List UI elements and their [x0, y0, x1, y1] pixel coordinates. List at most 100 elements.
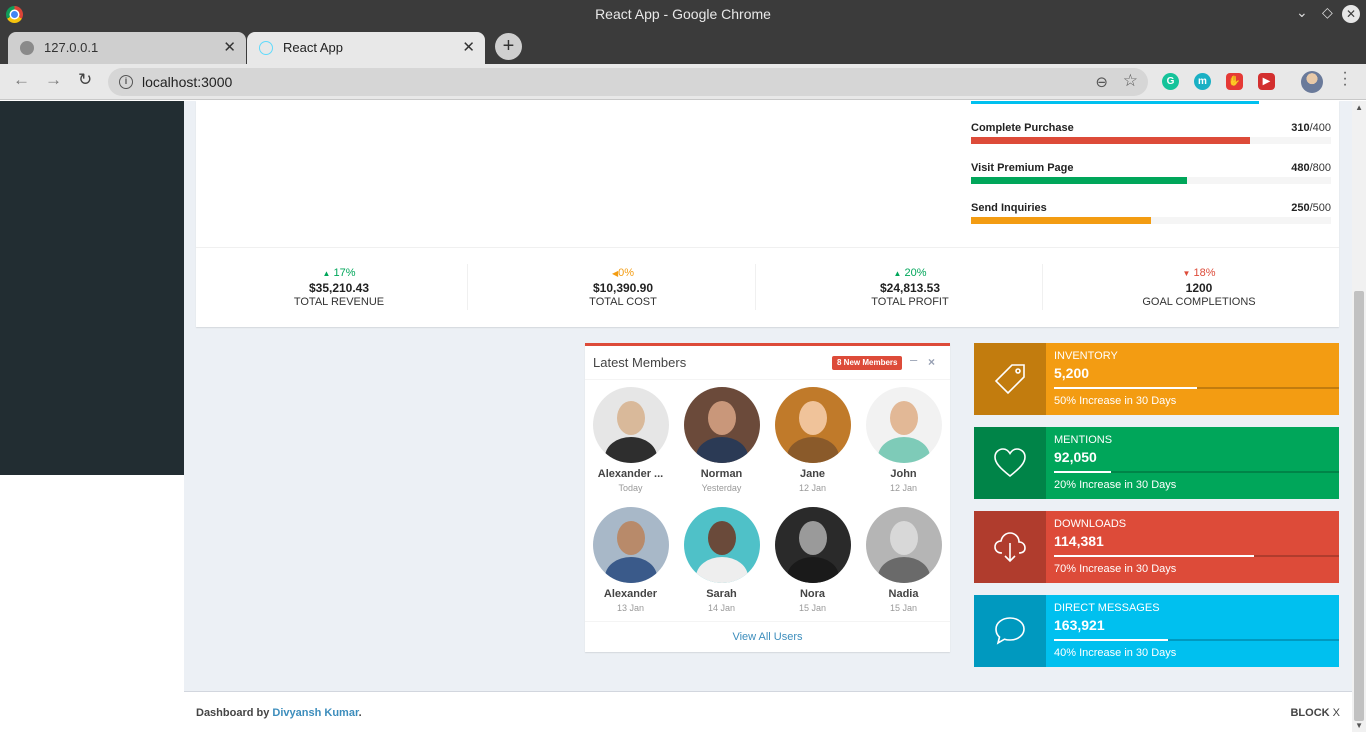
view-all-users-link[interactable]: View All Users — [732, 631, 802, 643]
extension-m-icon[interactable]: m — [1194, 73, 1211, 90]
member-name[interactable]: Jane — [767, 468, 858, 480]
member-avatar[interactable] — [865, 387, 942, 463]
tab-label: 127.0.0.1 — [44, 40, 99, 55]
scroll-up-icon[interactable]: ▲ — [1355, 103, 1363, 112]
forward-icon[interactable]: → — [45, 70, 62, 90]
author-link[interactable]: Divyansh Kumar — [272, 707, 358, 719]
menu-dots-icon[interactable]: · · · — [1342, 65, 1348, 93]
stat-label: GOAL COMPLETIONS — [1142, 296, 1256, 308]
member-item[interactable]: John 12 Jan — [858, 387, 949, 493]
infobox-progress-track — [1054, 639, 1339, 641]
member-name[interactable]: Sarah — [676, 588, 767, 600]
stat-separator — [467, 264, 468, 310]
stat-label: TOTAL REVENUE — [293, 296, 385, 308]
member-avatar[interactable] — [683, 507, 760, 583]
member-name[interactable]: Nora — [767, 588, 858, 600]
goal-progress-track — [971, 177, 1331, 184]
member-name[interactable]: Norman — [676, 468, 767, 480]
profile-avatar[interactable] — [1301, 71, 1323, 93]
close-window-button[interactable]: ✕ — [1342, 5, 1360, 23]
members-title: Latest Members — [593, 355, 687, 370]
maximize-icon[interactable]: ◇ — [1322, 4, 1333, 21]
members-footer: View All Users — [585, 621, 950, 652]
close-tab-icon[interactable]: ✕ — [223, 38, 236, 56]
member-item[interactable]: Nora 15 Jan — [767, 507, 858, 613]
page-footer: Dashboard by Divyansh Kumar. BLOCK X — [184, 691, 1352, 732]
member-avatar[interactable] — [774, 507, 851, 583]
address-bar[interactable]: i localhost:3000 ⊖ ☆ — [108, 68, 1148, 96]
infobox-number: 5,200 — [1054, 365, 1090, 381]
member-avatar[interactable] — [683, 387, 760, 463]
caret-up-icon: ▲ — [893, 269, 902, 278]
member-item[interactable]: Alexander ... Today — [585, 387, 676, 493]
member-name[interactable]: Alexander — [585, 588, 676, 600]
member-name[interactable]: John — [858, 468, 949, 480]
close-tab-icon[interactable]: ✕ — [462, 38, 475, 56]
window-titlebar: React App - Google Chrome ⌄ ◇ ✕ — [0, 0, 1366, 28]
tab-strip: 127.0.0.1 ✕ React App ✕ — [0, 28, 1366, 64]
member-item[interactable]: Alexander 13 Jan — [585, 507, 676, 613]
grammarly-extension-icon[interactable]: G — [1162, 73, 1179, 90]
infobox-label: DIRECT MESSAGES — [1054, 602, 1160, 614]
stat-separator — [755, 264, 756, 310]
stat-label: TOTAL COST — [589, 296, 657, 308]
member-name[interactable]: Alexander ... — [585, 468, 676, 480]
stat-amount: 1200 — [1185, 281, 1213, 295]
extension-fastforward-icon[interactable]: ▶ — [1258, 73, 1275, 90]
minimize-icon[interactable]: ⌄ — [1296, 4, 1308, 21]
infobox-number: 163,921 — [1054, 617, 1105, 633]
member-item[interactable]: Norman Yesterday — [676, 387, 767, 493]
member-name[interactable]: Nadia — [858, 588, 949, 600]
bookmark-star-icon[interactable]: ☆ — [1123, 71, 1138, 91]
stat-total-cost: ◀0% $10,390.90 TOTAL COST — [480, 267, 766, 308]
goal-progress-fill — [971, 177, 1187, 184]
tag-icon — [974, 343, 1046, 415]
site-info-icon[interactable]: i — [119, 75, 133, 89]
member-item[interactable]: Sarah 14 Jan — [676, 507, 767, 613]
infobox-label: INVENTORY — [1054, 350, 1118, 362]
infobox-label: MENTIONS — [1054, 434, 1113, 446]
infobox-description: 50% Increase in 30 Days — [1054, 395, 1177, 407]
member-avatar[interactable] — [592, 387, 669, 463]
goal-count: 250/500 — [1291, 202, 1331, 214]
new-tab-button[interactable]: + — [495, 33, 522, 60]
goal-progress-track — [971, 137, 1331, 144]
stat-percent: ◀0% — [611, 267, 635, 279]
caret-down-icon: ▼ — [1182, 269, 1191, 278]
close-icon[interactable]: × — [928, 355, 935, 369]
window-title: React App - Google Chrome — [595, 6, 771, 22]
member-avatar[interactable] — [865, 507, 942, 583]
extension-hand-icon[interactable]: ✋ — [1226, 73, 1243, 90]
heart-icon — [974, 427, 1046, 499]
goal-progress-fill — [971, 137, 1250, 144]
scroll-down-icon[interactable]: ▼ — [1355, 721, 1363, 730]
latest-members-box: Latest Members 8 New Members – × Alexand… — [585, 343, 950, 652]
page-scrollbar[interactable]: ▲ ▼ — [1352, 101, 1366, 732]
member-avatar[interactable] — [592, 507, 669, 583]
infobox-progress-track — [1054, 387, 1339, 389]
caret-up-icon: ▲ — [322, 269, 331, 278]
url-text[interactable]: localhost:3000 — [142, 74, 232, 90]
reload-icon[interactable]: ↻ — [78, 70, 92, 90]
member-avatar[interactable] — [774, 387, 851, 463]
sidebar-bottom-area — [0, 475, 184, 732]
zoom-icon[interactable]: ⊖ — [1095, 73, 1108, 91]
tab-127-0-0-1[interactable]: 127.0.0.1 ✕ — [8, 32, 246, 64]
back-icon[interactable]: ← — [13, 70, 30, 90]
stat-percent: ▲ 17% — [322, 267, 356, 279]
tab-react-app[interactable]: React App ✕ — [247, 32, 485, 64]
infobox-description: 40% Increase in 30 Days — [1054, 647, 1177, 659]
stat-amount: $24,813.53 — [879, 281, 941, 295]
member-date: 14 Jan — [707, 603, 736, 613]
tab-label: React App — [283, 40, 343, 55]
member-item[interactable]: Jane 12 Jan — [767, 387, 858, 493]
collapse-icon[interactable]: – — [910, 352, 917, 367]
stat-label: TOTAL PROFIT — [871, 296, 949, 308]
scroll-thumb[interactable] — [1354, 291, 1364, 721]
infobox-label: DOWNLOADS — [1054, 518, 1127, 530]
member-date: 13 Jan — [616, 603, 645, 613]
member-item[interactable]: Nadia 15 Jan — [858, 507, 949, 613]
goal-progress-bar-partial — [971, 101, 1259, 104]
globe-icon — [20, 41, 34, 55]
infobox-progress-fill — [1054, 471, 1111, 473]
